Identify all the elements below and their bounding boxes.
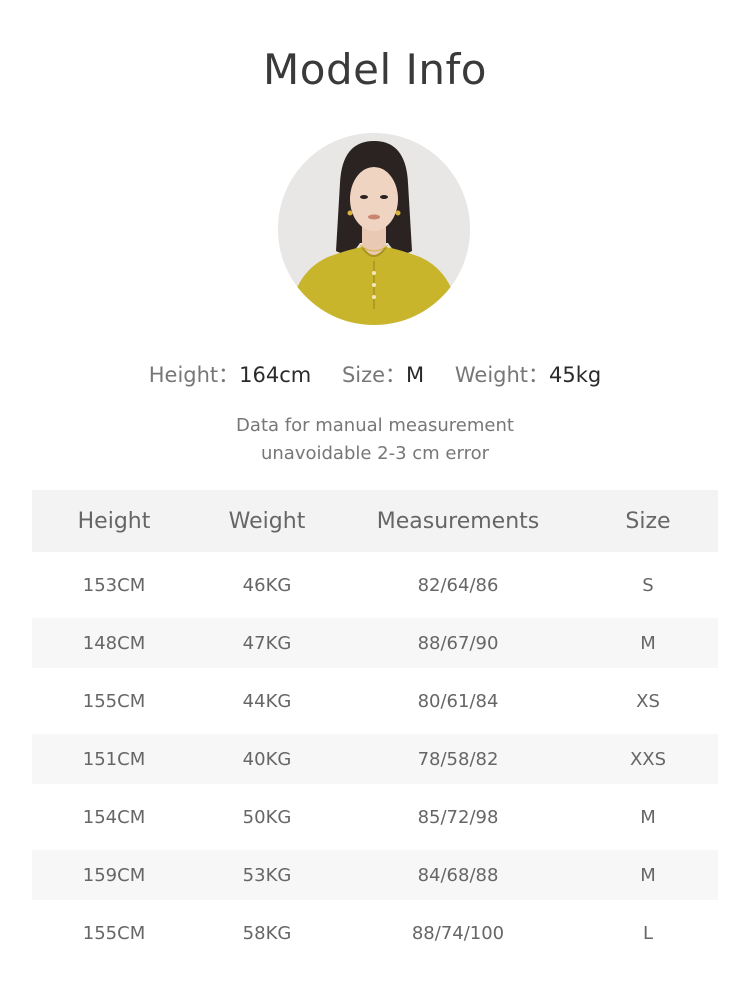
model-height-value: 164cm [239, 363, 312, 387]
model-photo [278, 133, 470, 325]
model-weight-value: 45kg [549, 363, 602, 387]
cell-measurements: 88/67/90 [338, 618, 578, 668]
model-size: Size：M [342, 360, 424, 390]
cell-size: M [578, 618, 718, 668]
cell-weight: 47KG [196, 618, 338, 668]
table-row: 148CM 47KG 88/67/90 M [32, 618, 718, 668]
table-row: 154CM 50KG 85/72/98 M [32, 792, 718, 842]
cell-weight: 58KG [242, 922, 292, 944]
column-header-measurements: Measurements [338, 490, 578, 552]
model-height-label: Height： [148, 363, 240, 387]
cell-height: 151CM [32, 734, 196, 784]
model-weight: Weight：45kg [455, 360, 601, 390]
cell-measurements: 85/72/98 [417, 806, 499, 828]
cell-height: 153CM [82, 574, 146, 596]
cell-weight: 44KG [242, 690, 292, 712]
cell-height: 155CM [82, 690, 146, 712]
model-height: Height：164cm [149, 360, 312, 390]
size-table: Height Weight Measurements Size 153CM 46… [32, 490, 718, 958]
table-row: 153CM 46KG 82/64/86 S [32, 560, 718, 610]
cell-height: 154CM [82, 806, 146, 828]
cell-height: 155CM [82, 922, 146, 944]
cell-measurements: 84/68/88 [338, 850, 578, 900]
cell-weight: 46KG [242, 574, 292, 596]
model-size-label: Size： [341, 363, 407, 387]
model-stats: Height：164cm Size：M Weight：45kg [0, 360, 750, 390]
page-title: Model Info [263, 45, 487, 94]
table-row: 155CM 44KG 80/61/84 XS [32, 676, 718, 726]
measurement-note-line1: Data for manual measurement [236, 415, 514, 436]
cell-measurements: 88/74/100 [411, 922, 505, 944]
table-row: 155CM 58KG 88/74/100 L [32, 908, 718, 958]
table-header-row: Height Weight Measurements Size [32, 490, 718, 552]
table-row: 159CM 53KG 84/68/88 M [32, 850, 718, 900]
cell-size: S [642, 574, 654, 596]
cell-weight: 53KG [196, 850, 338, 900]
measurement-note-line2: unavoidable 2-3 cm error [260, 443, 490, 464]
cell-measurements: 80/61/84 [417, 690, 499, 712]
cell-size: XXS [578, 734, 718, 784]
cell-size: XS [636, 690, 660, 712]
model-weight-label: Weight： [454, 363, 550, 387]
column-header-height: Height [32, 490, 196, 552]
cell-weight: 40KG [196, 734, 338, 784]
cell-size: M [640, 806, 656, 828]
cell-height: 148CM [32, 618, 196, 668]
cell-weight: 50KG [242, 806, 292, 828]
cell-measurements: 82/64/86 [417, 574, 499, 596]
column-header-size: Size [578, 490, 718, 552]
model-size-value: M [406, 363, 425, 387]
table-row: 151CM 40KG 78/58/82 XXS [32, 734, 718, 784]
model-portrait-illustration [278, 133, 470, 325]
cell-measurements: 78/58/82 [338, 734, 578, 784]
cell-size: M [578, 850, 718, 900]
cell-size: L [642, 922, 654, 944]
column-header-weight: Weight [196, 490, 338, 552]
cell-height: 159CM [32, 850, 196, 900]
measurement-note: Data for manual measurement unavoidable … [0, 412, 750, 468]
